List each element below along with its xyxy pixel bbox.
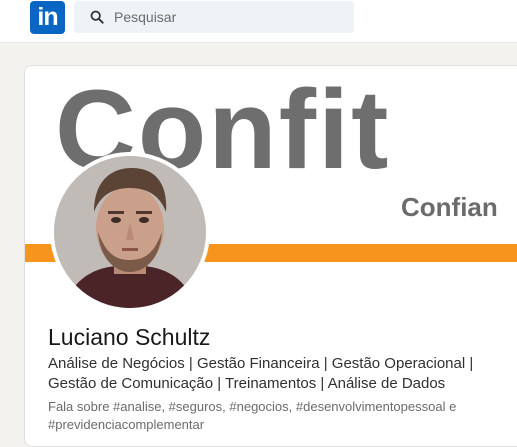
profile-headline: Análise de Negócios | Gestão Financeira …: [48, 355, 474, 392]
search-input[interactable]: [114, 1, 344, 33]
avatar[interactable]: [50, 152, 210, 312]
profile-card: Confit Confian Luciano Schultz Análise d…: [24, 65, 517, 447]
search-icon: [90, 10, 104, 24]
avatar-photo: [54, 156, 206, 308]
profile-name: Luciano Schultz: [48, 324, 211, 350]
search-box[interactable]: [74, 1, 354, 33]
top-navbar: in: [0, 0, 517, 43]
profile-topics: Fala sobre #analise, #seguros, #negocios…: [48, 399, 457, 432]
linkedin-logo-icon[interactable]: in: [30, 1, 65, 34]
banner-sub-text: Confian: [401, 192, 498, 222]
